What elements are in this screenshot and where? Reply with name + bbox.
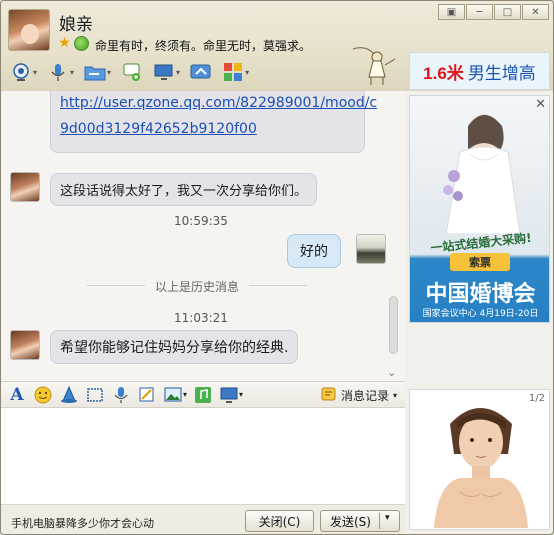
webcam-icon bbox=[10, 61, 32, 83]
folder-icon bbox=[84, 61, 106, 83]
message-timestamp: 10:59:35 bbox=[174, 214, 228, 228]
divider bbox=[379, 513, 380, 529]
send-button-label: 发送(S) bbox=[330, 514, 371, 529]
window-controls: ▣ ─ □ ✕ bbox=[438, 4, 549, 20]
message-history-button[interactable]: 消息记录 ▾ bbox=[321, 386, 397, 405]
music-share-icon[interactable] bbox=[193, 385, 213, 405]
divider bbox=[87, 285, 145, 286]
promo-link[interactable]: 手机电脑暴降多少你才会心动 bbox=[11, 515, 154, 531]
qq-show-avatar bbox=[434, 408, 528, 528]
chevron-down-icon: ▾ bbox=[176, 67, 181, 77]
close-window-button[interactable]: ✕ bbox=[522, 4, 549, 20]
ad-banner-highlight: 1.6米 bbox=[423, 63, 464, 83]
ad-banner[interactable]: 1.6米 男生增高 bbox=[409, 52, 550, 90]
message-text: 好的 bbox=[300, 244, 328, 260]
chevron-down-icon: ▾ bbox=[245, 67, 250, 77]
input-toolbar: A ▾ ▾ 消息记录 ▾ bbox=[1, 381, 405, 408]
send-options-chevron-icon[interactable]: ▾ bbox=[385, 513, 390, 523]
voice-call-button[interactable]: ▾ bbox=[44, 61, 77, 83]
main-toolbar: ▾ ▾ ▾ ▾ ▾ bbox=[7, 59, 252, 85]
send-file-button[interactable]: ▾ bbox=[81, 61, 114, 83]
voice-message-icon[interactable] bbox=[111, 385, 131, 405]
chevron-down-icon[interactable]: ▾ bbox=[183, 390, 187, 399]
message-button[interactable] bbox=[118, 61, 146, 83]
message-bubble: 希望你能够记住妈妈分享给你的经典. bbox=[50, 330, 299, 364]
video-call-button[interactable]: ▾ bbox=[7, 61, 40, 83]
scrawl-icon[interactable] bbox=[137, 385, 157, 405]
remote-desktop-button[interactable]: ▾ bbox=[150, 61, 183, 83]
my-message-bubble: 好的 bbox=[287, 234, 341, 268]
message-history[interactable]: http://user.qzone.qq.com/822989001/mood/… bbox=[1, 91, 405, 381]
history-icon bbox=[321, 386, 337, 405]
status-icons: ★ bbox=[57, 36, 89, 51]
my-message-avatar[interactable] bbox=[356, 234, 386, 264]
apps-button[interactable]: ▾ bbox=[219, 61, 252, 83]
send-button[interactable]: 发送(S) ▾ bbox=[320, 510, 400, 532]
scroll-to-bottom-icon[interactable]: ⌄ bbox=[387, 366, 396, 379]
chat-window: 娘亲 ★ 命里有时，终须有。命里无时，莫强求。 ▣ ─ □ ✕ ▾ ▾ ▾ ▾ … bbox=[0, 0, 554, 535]
skin-button[interactable]: ▣ bbox=[438, 4, 465, 20]
decorative-figure-icon bbox=[352, 47, 396, 85]
message-text: 希望你能够记住妈妈分享给你的经典. bbox=[60, 340, 289, 356]
message-history-label: 消息记录 bbox=[340, 389, 389, 403]
minimize-button[interactable]: ─ bbox=[466, 4, 493, 20]
close-button[interactable]: 关闭(C) bbox=[245, 510, 314, 532]
ad-subtitle: 国家会议中心 4月19日-20日 bbox=[422, 309, 539, 319]
chevron-down-icon[interactable]: ▾ bbox=[239, 390, 243, 399]
divider bbox=[249, 285, 307, 286]
microphone-icon bbox=[47, 61, 69, 83]
close-icon[interactable]: ✕ bbox=[535, 97, 546, 112]
screenshot-icon[interactable] bbox=[85, 385, 105, 405]
share-icon bbox=[190, 61, 212, 83]
message-bubble: http://user.qzone.qq.com/822989001/mood/… bbox=[50, 91, 377, 153]
ad-banner-text: 男生增高 bbox=[467, 63, 536, 83]
contact-signature: 命里有时，终须有。命里无时，莫强求。 bbox=[95, 39, 312, 53]
apps-grid-icon bbox=[222, 61, 244, 83]
contact-name[interactable]: 娘亲 bbox=[59, 10, 93, 35]
ad-title: 中国婚博会 bbox=[425, 281, 536, 306]
chevron-down-icon: ▾ bbox=[70, 67, 75, 77]
magic-expression-icon[interactable] bbox=[59, 385, 79, 405]
chevron-down-icon: ▾ bbox=[33, 67, 38, 77]
chat-bubble-icon bbox=[121, 61, 143, 83]
side-advertisement[interactable]: ✕ 一站式结婚大采购! 索票 中国婚博会 国家会议中心 4月19日-20日 bbox=[409, 95, 550, 323]
qzone-icon[interactable] bbox=[74, 36, 89, 51]
contact-message-avatar[interactable] bbox=[10, 172, 40, 202]
message-text: 这段话说得太好了，我又一次分享给你们。 bbox=[60, 184, 308, 199]
image-icon[interactable] bbox=[163, 385, 183, 405]
message-link-continued[interactable]: 9d00d3129f42652b9120f00 bbox=[60, 116, 355, 142]
chevron-down-icon: ▾ bbox=[392, 391, 397, 400]
message-bubble: 这段话说得太好了，我又一次分享给你们。 bbox=[50, 173, 318, 206]
share-screen-button[interactable] bbox=[187, 61, 215, 83]
star-icon[interactable]: ★ bbox=[57, 36, 72, 51]
qq-show-panel[interactable]: 1/2 bbox=[409, 389, 550, 530]
monitor-icon bbox=[153, 61, 175, 83]
contact-avatar[interactable] bbox=[8, 9, 50, 51]
chevron-down-icon: ▾ bbox=[107, 67, 112, 77]
message-link[interactable]: http://user.qzone.qq.com/822989001/mood/… bbox=[60, 91, 377, 116]
scrollbar-thumb[interactable] bbox=[389, 296, 398, 354]
message-timestamp: 11:03:21 bbox=[174, 311, 228, 325]
ad-ticket-button[interactable]: 索票 bbox=[450, 253, 510, 271]
history-divider-label: 以上是历史消息 bbox=[155, 280, 240, 294]
message-input[interactable] bbox=[1, 408, 405, 504]
font-icon[interactable]: A bbox=[7, 385, 27, 405]
contact-message-avatar[interactable] bbox=[10, 330, 40, 360]
screen-share-icon[interactable] bbox=[219, 385, 239, 405]
maximize-button[interactable]: □ bbox=[494, 4, 521, 20]
emoji-icon[interactable] bbox=[33, 385, 53, 405]
bottom-bar: 手机电脑暴降多少你才会心动 关闭(C) 发送(S) ▾ bbox=[1, 504, 405, 534]
bride-image bbox=[443, 114, 521, 234]
